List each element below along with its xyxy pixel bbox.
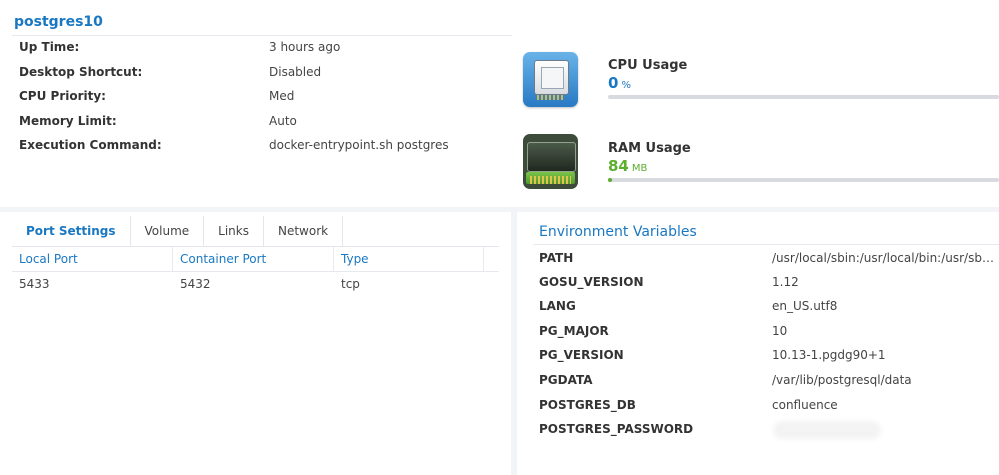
env-key: PG_MAJOR — [539, 324, 609, 338]
port-table-header: Local Port Container Port Type — [12, 247, 499, 272]
column-header-type[interactable]: Type — [334, 247, 484, 271]
info-value: Disabled — [269, 65, 322, 79]
ram-usage-unit: MB — [631, 163, 648, 174]
tab-network[interactable]: Network — [264, 216, 344, 246]
env-row-pgdata: PGDATA /var/lib/postgresql/data — [539, 368, 999, 392]
info-value: Auto — [269, 114, 297, 128]
container-overview-panel: postgres10 Up Time: 3 hours ago Desktop … — [0, 0, 999, 207]
info-label: Memory Limit: — [19, 114, 117, 128]
cell-local-port: 5433 — [19, 277, 50, 291]
ram-usage-bar-fill — [608, 178, 612, 182]
cpu-usage-label: CPU Usage — [608, 58, 688, 73]
cpu-usage-value: 0% — [608, 74, 631, 92]
container-name: postgres10 — [14, 14, 103, 30]
column-header-container-port[interactable]: Container Port — [173, 247, 334, 271]
ram-usage-value: 84 MB — [608, 157, 647, 175]
info-value: Med — [269, 89, 295, 103]
env-divider — [533, 244, 999, 245]
env-key: PG_VERSION — [539, 348, 624, 362]
env-row-path: PATH /usr/local/sbin:/usr/local/bin:/usr… — [539, 246, 999, 270]
env-row-postgres-password: POSTGRES_PASSWORD — [539, 417, 999, 441]
environment-variables-panel: Environment Variables PATH /usr/local/sb… — [517, 212, 999, 475]
env-row-pg-version: PG_VERSION 10.13-1.pgdg90+1 — [539, 343, 999, 367]
env-title: Environment Variables — [539, 224, 697, 240]
cell-container-port: 5432 — [180, 277, 211, 291]
env-row-pg-major: PG_MAJOR 10 — [539, 319, 999, 343]
env-value: 10.13-1.pgdg90+1 — [772, 348, 886, 362]
env-value: 10 — [772, 324, 788, 338]
tab-port-settings[interactable]: Port Settings — [12, 216, 131, 246]
cpu-usage-unit: % — [621, 80, 631, 91]
info-label: Up Time: — [19, 40, 80, 54]
info-label: CPU Priority: — [19, 89, 106, 103]
ram-usage-bar — [608, 178, 999, 182]
env-value: /usr/local/sbin:/usr/local/bin:/usr/sbin… — [772, 251, 994, 265]
ram-usage-label: RAM Usage — [608, 141, 691, 156]
env-value: confluence — [772, 398, 838, 412]
env-key: PGDATA — [539, 373, 593, 387]
info-label: Desktop Shortcut: — [19, 65, 143, 79]
ram-module-icon — [523, 134, 578, 189]
env-value: /var/lib/postgresql/data — [772, 373, 912, 387]
detail-tabs: Port Settings Volume Links Network — [12, 216, 344, 246]
env-key: POSTGRES_DB — [539, 398, 636, 412]
env-key: GOSU_VERSION — [539, 275, 644, 289]
cell-type: tcp — [341, 277, 360, 291]
env-value: en_US.utf8 — [772, 299, 838, 313]
info-value: docker-entrypoint.sh postgres — [269, 138, 449, 152]
env-key: PATH — [539, 251, 574, 265]
env-key: LANG — [539, 299, 576, 313]
ram-usage-number: 84 — [608, 157, 629, 175]
redacted-value — [777, 425, 877, 435]
env-value: 1.12 — [772, 275, 799, 289]
cpu-chip-icon — [523, 52, 578, 107]
info-value: 3 hours ago — [269, 40, 341, 54]
table-row[interactable]: 5433 5432 tcp — [12, 272, 499, 296]
env-row-lang: LANG en_US.utf8 — [539, 294, 999, 318]
tab-volume[interactable]: Volume — [131, 216, 205, 246]
cpu-usage-bar — [608, 95, 999, 99]
cpu-usage-number: 0 — [608, 74, 619, 92]
tab-links[interactable]: Links — [204, 216, 264, 246]
env-row-gosu-version: GOSU_VERSION 1.12 — [539, 270, 999, 294]
env-key: POSTGRES_PASSWORD — [539, 422, 694, 436]
info-label: Execution Command: — [19, 138, 162, 152]
column-header-local-port[interactable]: Local Port — [12, 247, 173, 271]
env-row-postgres-db: POSTGRES_DB confluence — [539, 393, 999, 417]
port-settings-panel: Port Settings Volume Links Network Local… — [0, 212, 511, 475]
title-divider — [12, 35, 512, 36]
